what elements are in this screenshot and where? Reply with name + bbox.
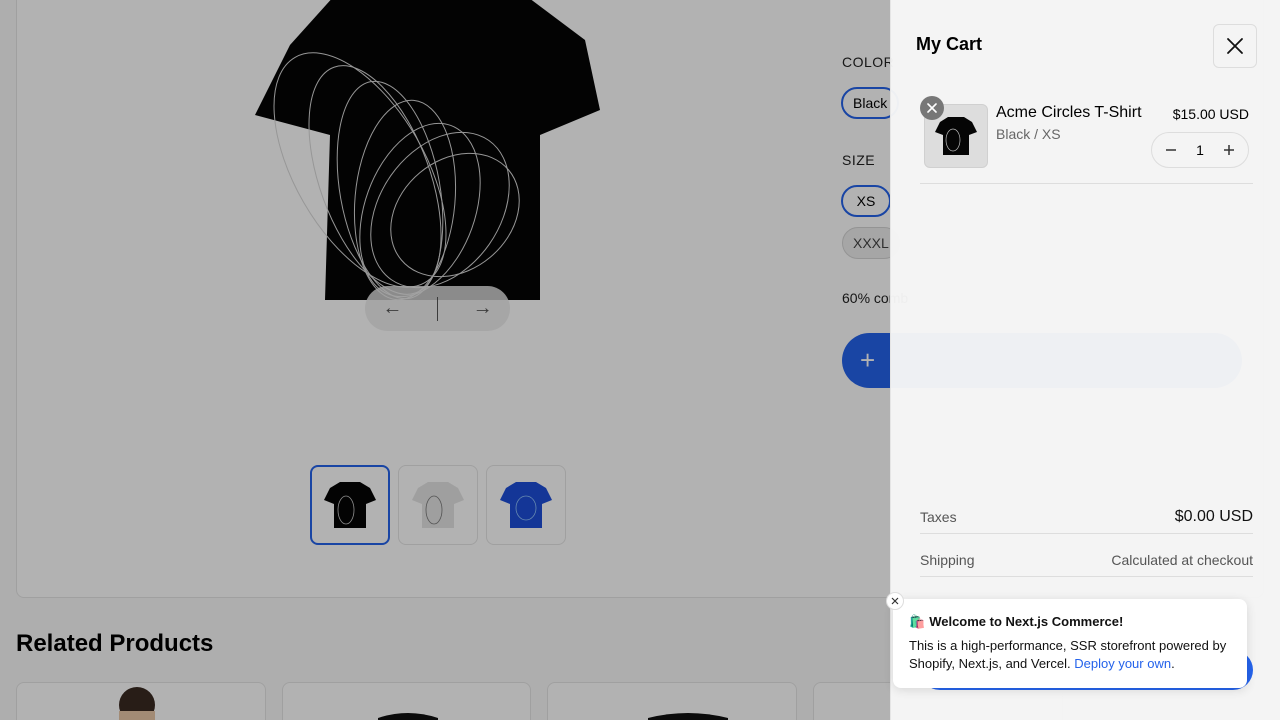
increase-quantity-button[interactable] [1218, 139, 1240, 161]
taxes-label: Taxes [920, 508, 957, 525]
cart-item-price: $15.00 USD [1172, 106, 1249, 122]
shipping-value: Calculated at checkout [1111, 551, 1253, 568]
toast-body: This is a high-performance, SSR storefro… [909, 637, 1231, 673]
close-icon [891, 597, 899, 605]
plus-icon [1223, 145, 1234, 155]
quantity-value: 1 [1196, 142, 1204, 158]
close-toast-button[interactable] [886, 592, 904, 610]
deploy-link[interactable]: Deploy your own [1074, 656, 1171, 671]
shopping-bag-icon: 🛍️ [909, 614, 926, 629]
cart-title: My Cart [916, 34, 983, 54]
close-icon [1227, 38, 1243, 54]
close-icon [927, 103, 937, 113]
toast-title: 🛍️ Welcome to Next.js Commerce! [909, 613, 1231, 631]
toast-title-text: Welcome to Next.js Commerce! [929, 614, 1124, 629]
remove-item-button[interactable] [920, 96, 944, 120]
shipping-row: Shipping Calculated at checkout [920, 543, 1253, 577]
shipping-label: Shipping [920, 551, 975, 568]
cart-item-name[interactable]: Acme Circles T-Shirt [996, 104, 1142, 122]
cart-item: Acme Circles T-Shirt Black / XS $15.00 U… [920, 96, 1253, 184]
cart-item-variant: Black / XS [996, 126, 1061, 142]
welcome-toast: 🛍️ Welcome to Next.js Commerce! This is … [886, 592, 1247, 688]
decrease-quantity-button[interactable] [1160, 139, 1182, 161]
quantity-stepper: 1 [1151, 132, 1249, 168]
close-cart-button[interactable] [1213, 24, 1257, 68]
minus-icon [1166, 149, 1176, 151]
taxes-value: $0.00 USD [1174, 507, 1253, 525]
taxes-row: Taxes $0.00 USD [920, 500, 1253, 534]
toast-trailing: . [1171, 656, 1175, 671]
toast-body-text: This is a high-performance, SSR storefro… [909, 638, 1227, 671]
tshirt-image [935, 117, 977, 155]
